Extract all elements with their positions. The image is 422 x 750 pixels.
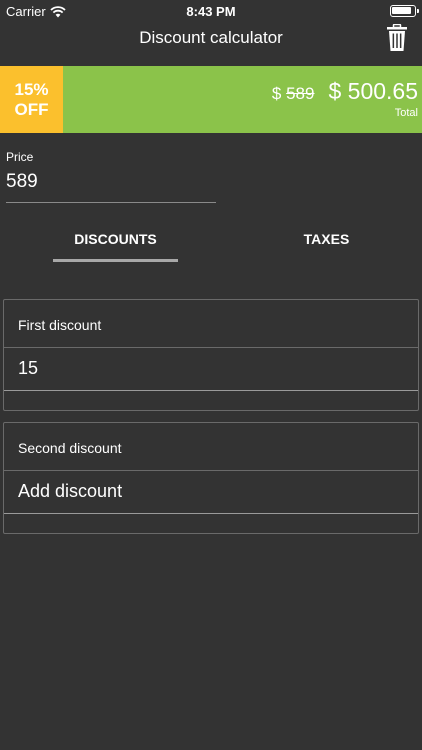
total-label: Total xyxy=(394,107,418,119)
discount-label: First discount xyxy=(4,300,418,348)
battery-icon xyxy=(390,5,419,17)
result-banner: 15% OFF $ 589 $ 500.65 Total xyxy=(0,66,422,133)
status-time: 8:43 PM xyxy=(186,4,236,19)
tab-bar: DISCOUNTS TAXES xyxy=(0,228,422,264)
second-discount-input[interactable]: Add discount xyxy=(4,471,418,514)
original-currency: $ xyxy=(271,84,282,103)
status-bar: Carrier 8:43 PM xyxy=(0,0,422,22)
navigation-bar: Discount calculator xyxy=(0,22,422,66)
trash-icon[interactable] xyxy=(386,24,408,52)
discount-card-second: Second discount Add discount xyxy=(3,422,419,534)
price-line: $ 589 $ 500.65 xyxy=(272,78,418,105)
badge-off: OFF xyxy=(14,99,49,119)
original-price-value: 589 xyxy=(286,84,315,103)
price-input[interactable]: 589 xyxy=(6,171,216,203)
discount-label: Second discount xyxy=(4,423,418,471)
badge-percent: 15% xyxy=(14,79,49,99)
nav-title: Discount calculator xyxy=(139,28,283,47)
tab-taxes[interactable]: TAXES xyxy=(264,228,389,264)
discount-badge: 15% OFF xyxy=(0,66,63,133)
tab-indicator xyxy=(53,259,178,262)
original-price: $ 589 xyxy=(272,84,315,104)
discounted-price: $ 500.65 xyxy=(328,78,418,104)
first-discount-input[interactable]: 15 xyxy=(4,348,418,391)
price-field[interactable]: Price 589 xyxy=(6,150,216,203)
discount-card-first: First discount 15 xyxy=(3,299,419,411)
price-label: Price xyxy=(6,150,34,164)
price-summary: $ 589 $ 500.65 Total xyxy=(272,78,418,119)
